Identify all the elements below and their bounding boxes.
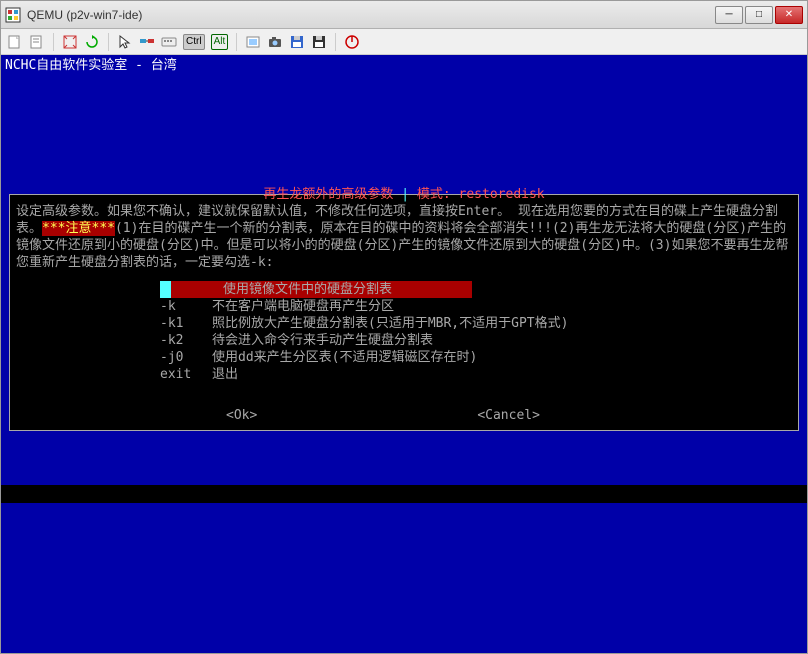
menu-item-default[interactable]: 使用镜像文件中的硬盘分割表	[160, 281, 472, 298]
toolbar: Ctrl Alt	[1, 29, 807, 55]
cursor-icon[interactable]	[117, 34, 133, 50]
ok-button[interactable]: <Ok>	[226, 407, 257, 424]
dialog-title: 再生龙额外的高级参数 | 模式: restoredisk	[10, 186, 798, 203]
window-buttons: ─ □ ✕	[715, 6, 803, 24]
toolbar-separator	[335, 33, 336, 51]
network-icon[interactable]	[139, 34, 155, 50]
toolbar-separator	[236, 33, 237, 51]
power-icon[interactable]	[344, 34, 360, 50]
save-icon[interactable]	[311, 34, 327, 50]
options-menu: 使用镜像文件中的硬盘分割表 -k不在客户端电脑硬盘再产生分区 -k1照比例放大产…	[160, 281, 792, 383]
file-icon[interactable]	[7, 34, 23, 50]
qemu-window: QEMU (p2v-win7-ide) ─ □ ✕ Ctrl Alt NCHC自…	[0, 0, 808, 654]
black-bar	[1, 485, 807, 503]
toolbar-separator	[108, 33, 109, 51]
note-icon[interactable]	[29, 34, 45, 50]
alt-key-icon[interactable]: Alt	[211, 34, 229, 50]
nchc-banner: NCHC自由软件实验室 - 台湾	[1, 55, 807, 74]
minimize-button[interactable]: ─	[715, 6, 743, 24]
snapshot-icon[interactable]	[245, 34, 261, 50]
ctrl-key-icon[interactable]: Ctrl	[183, 34, 205, 50]
menu-item-k[interactable]: -k不在客户端电脑硬盘再产生分区	[160, 298, 792, 315]
dialog-title-left: 再生龙额外的高级参数	[263, 187, 393, 202]
window-title: QEMU (p2v-win7-ide)	[27, 8, 715, 22]
menu-item-k1[interactable]: -k1照比例放大产生硬盘分割表(只适用于MBR,不适用于GPT格式)	[160, 315, 792, 332]
floppy-icon[interactable]	[289, 34, 305, 50]
close-button[interactable]: ✕	[775, 6, 803, 24]
terminal-area[interactable]: NCHC自由软件实验室 - 台湾 再生龙额外的高级参数 | 模式: restor…	[1, 55, 807, 653]
keyboard-icon[interactable]	[161, 34, 177, 50]
dialog-body-warn: ***注意***	[42, 221, 115, 236]
menu-item-exit[interactable]: exit退出	[160, 366, 792, 383]
toolbar-separator	[53, 33, 54, 51]
camera-icon[interactable]	[267, 34, 283, 50]
dialog-body: 设定高级参数。如果您不确认，建议就保留默认值，不修改任何选项，直接按Enter。…	[16, 203, 792, 271]
titlebar[interactable]: QEMU (p2v-win7-ide) ─ □ ✕	[1, 1, 807, 29]
dialog-title-right: 模式: restoredisk	[417, 187, 545, 202]
menu-item-j0[interactable]: -j0使用dd来产生分区表(不适用逻辑磁区存在时)	[160, 349, 792, 366]
fullscreen-icon[interactable]	[62, 34, 78, 50]
maximize-button[interactable]: □	[745, 6, 773, 24]
refresh-icon[interactable]	[84, 34, 100, 50]
app-icon	[5, 7, 21, 23]
dialog-buttons: <Ok> <Cancel>	[16, 407, 792, 424]
dialog-title-sep: |	[393, 187, 416, 202]
clonezilla-dialog: 再生龙额外的高级参数 | 模式: restoredisk 设定高级参数。如果您不…	[9, 194, 799, 431]
cancel-button[interactable]: <Cancel>	[477, 407, 540, 424]
dialog-body-post: (1)在目的碟产生一个新的分割表，原本在目的碟中的资料将会全部消失!!!(2)再…	[16, 221, 788, 270]
menu-item-k2[interactable]: -k2待会进入命令行来手动产生硬盘分割表	[160, 332, 792, 349]
